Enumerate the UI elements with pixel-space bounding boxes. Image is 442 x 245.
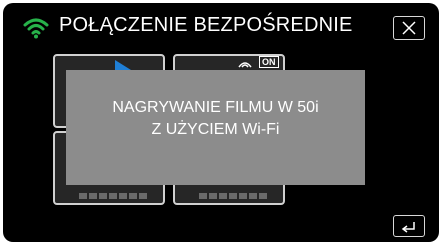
wifi-icon — [23, 18, 49, 39]
camera-screen: POŁĄCZENIE BEZPOŚREDNIE ON NAGRYWANIE FI… — [3, 3, 439, 242]
close-icon — [402, 21, 416, 35]
signal-icon — [238, 62, 252, 68]
back-button[interactable] — [393, 215, 425, 237]
dialog-message-line-1: NAGRYWANIE FILMU W 50i — [112, 99, 319, 116]
placeholder-bar — [199, 193, 267, 199]
page-title: POŁĄCZENIE BEZPOŚREDNIE — [59, 14, 353, 36]
close-button[interactable] — [393, 16, 425, 40]
back-arrow-icon — [401, 222, 415, 233]
placeholder-bar — [79, 193, 147, 199]
on-badge: ON — [259, 56, 279, 68]
message-dialog: NAGRYWANIE FILMU W 50i Z UŻYCIEM Wi-Fi — [66, 70, 365, 185]
dialog-message-line-2: Z UŻYCIEM Wi-Fi — [151, 121, 280, 138]
header: POŁĄCZENIE BEZPOŚREDNIE — [3, 3, 439, 49]
